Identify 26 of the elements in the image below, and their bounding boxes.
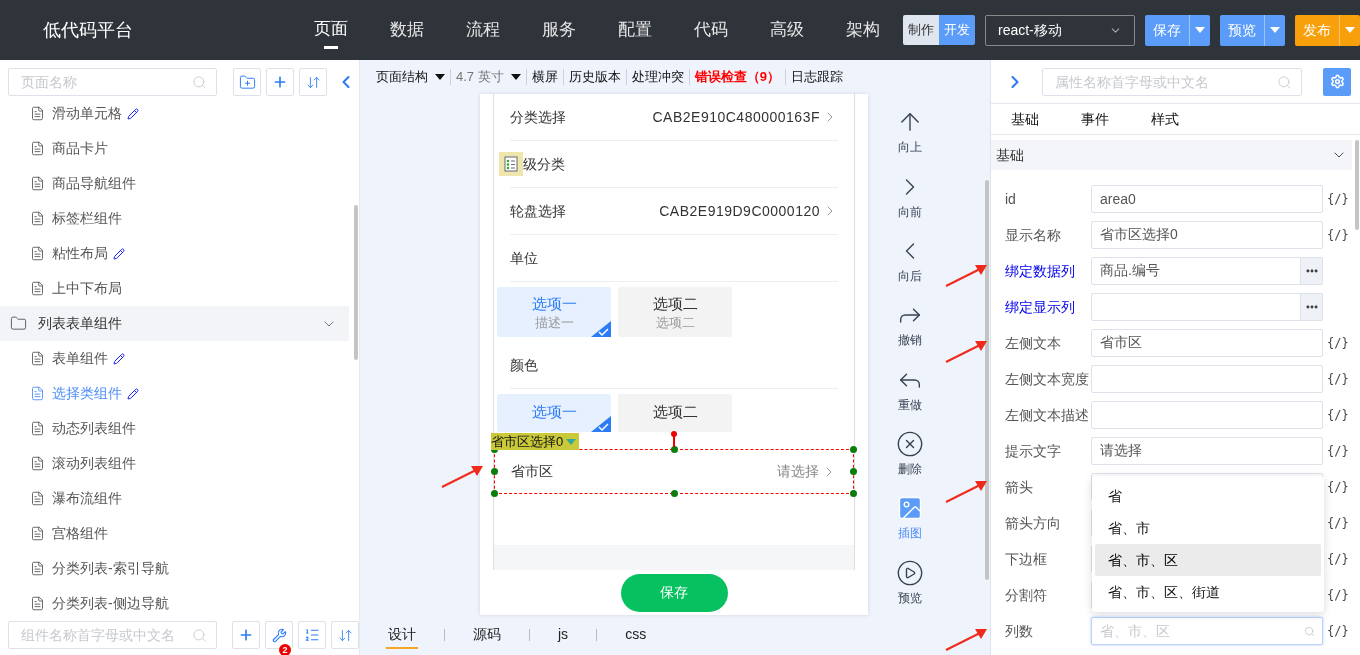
property-label: 左侧文本描述 [1005, 405, 1090, 425]
property-label: 提示文字 [1005, 441, 1062, 461]
property-label: 箭头 [1005, 477, 1034, 497]
property-label: 左侧文本 [1005, 333, 1062, 353]
field-label: 省市区 [511, 462, 553, 481]
field-value: CAB2E919D9C0000120 [659, 201, 820, 221]
field-label: 分类选择 [510, 107, 566, 127]
property-label: 显示名称 [1005, 225, 1062, 245]
property-label: id [1005, 189, 1017, 209]
property-label: 箭头方向 [1005, 513, 1062, 533]
property-label: 绑定数据列 [1005, 261, 1076, 281]
field-label: 级分类 [523, 154, 565, 174]
notification-badge: 2 [279, 644, 291, 655]
field-value: CAB2E910C480000163F [652, 107, 820, 127]
property-label: 分割符 [1005, 585, 1048, 605]
field-label: 轮盘选择 [510, 201, 566, 221]
component-name-tooltip: 省市区选择0 [491, 433, 580, 450]
field-label: 单位 [510, 248, 538, 268]
app-title: 低代码平台 [43, 18, 134, 42]
property-label: 绑定显示列 [1005, 297, 1076, 317]
option-description: 选项二 [655, 313, 695, 331]
property-label: 左侧文本宽度 [1005, 369, 1090, 389]
property-label: 列数 [1005, 621, 1034, 641]
field-placeholder: 请选择 [777, 462, 819, 481]
field-label: 颜色 [510, 355, 538, 375]
property-label: 下边框 [1005, 549, 1048, 569]
